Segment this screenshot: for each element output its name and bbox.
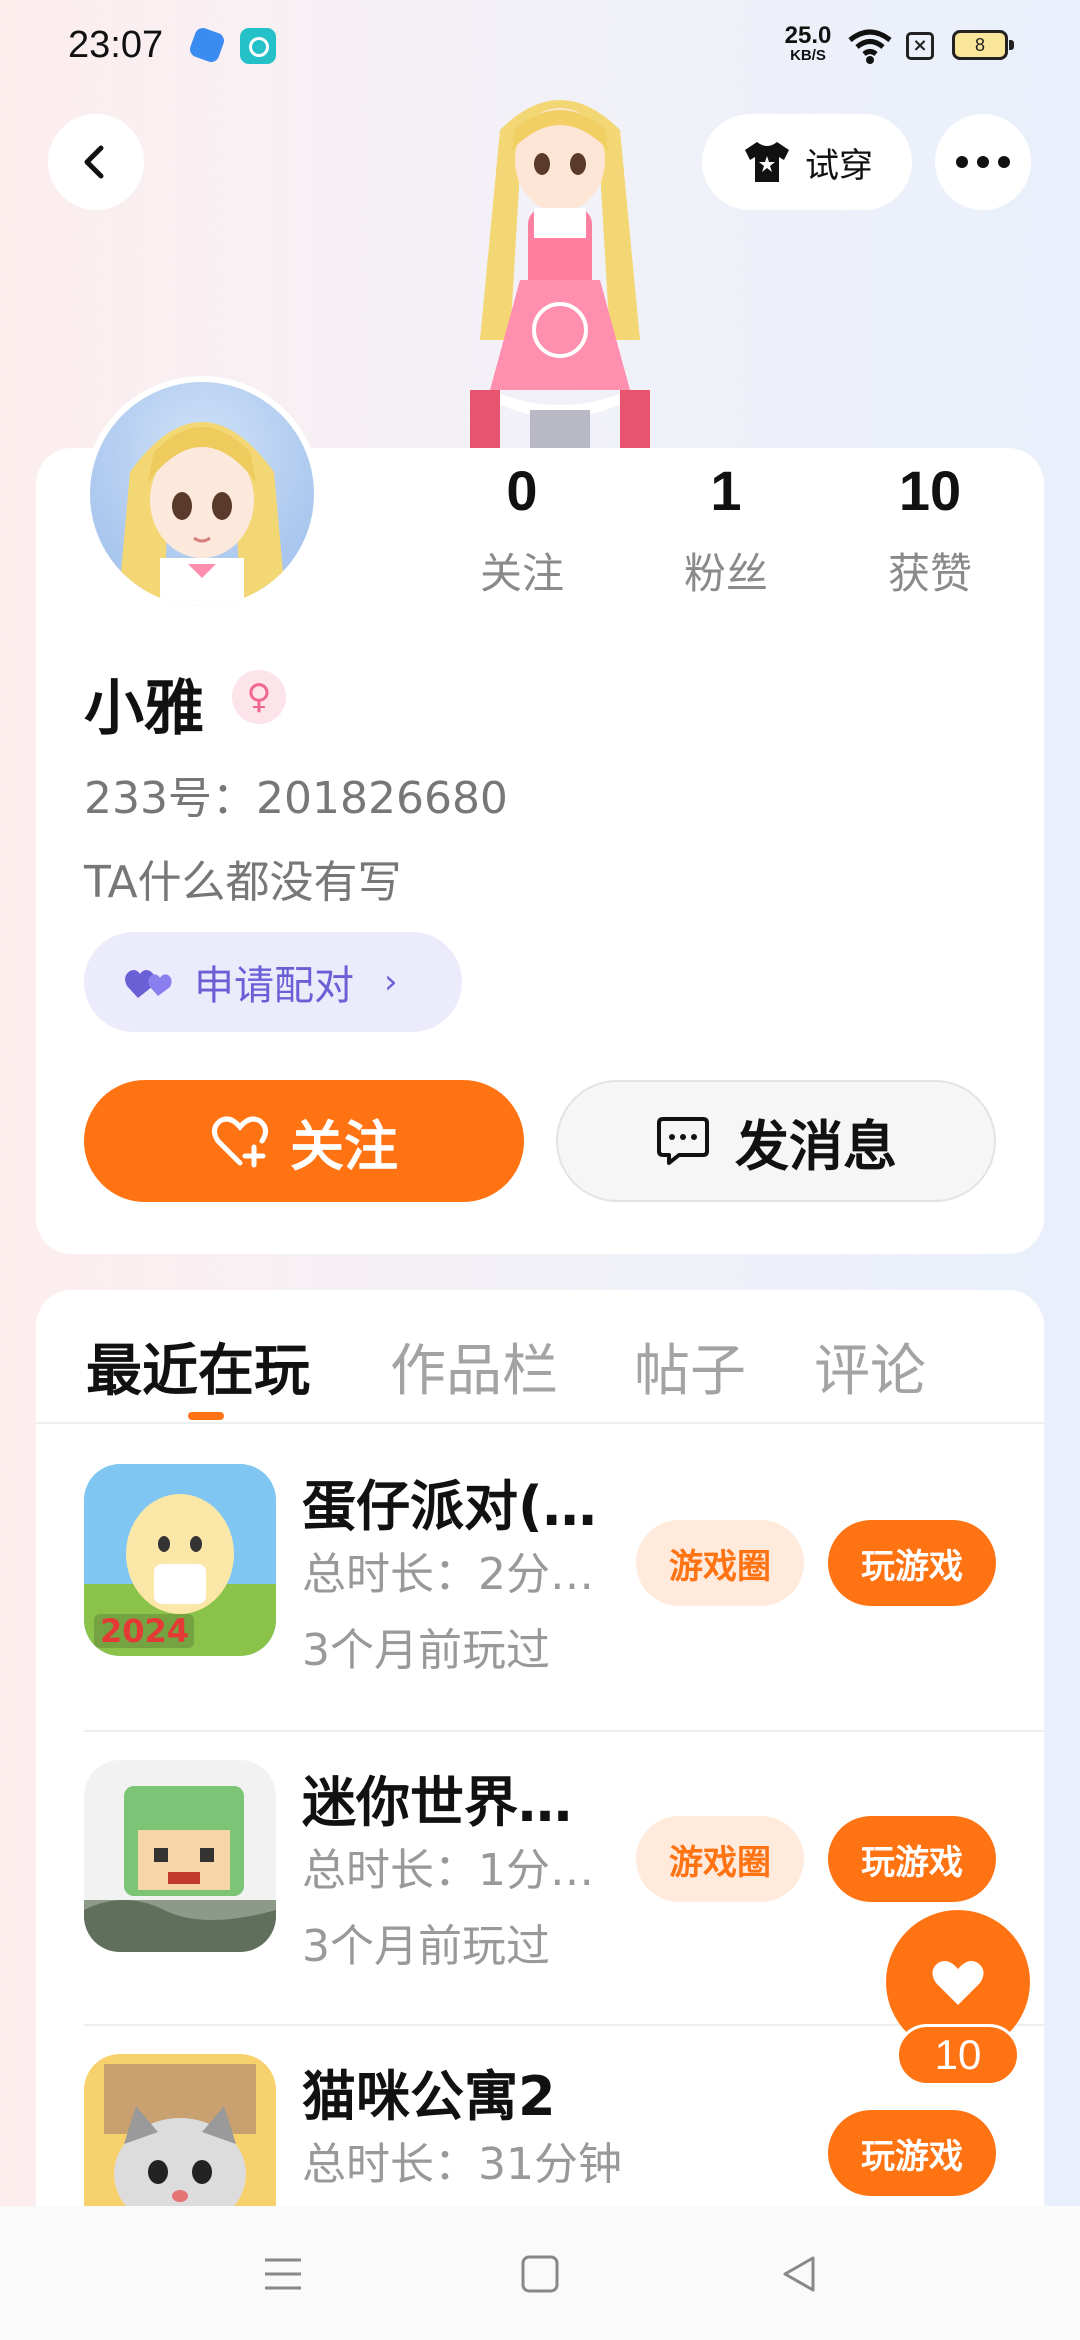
back-nav-icon[interactable]	[774, 2252, 824, 2296]
chevron-right-icon: ›	[384, 962, 398, 1002]
request-pair-button[interactable]: 申请配对 ›	[84, 932, 462, 1032]
app-notification-icon	[187, 25, 227, 65]
sim-off-icon: ×	[906, 32, 934, 60]
game-title: 猫咪公寓2	[302, 2065, 556, 2128]
game-circle-button[interactable]: 游戏圈	[636, 1520, 804, 1606]
shirt-icon	[745, 142, 789, 182]
tab-works[interactable]: 作品栏	[390, 1326, 558, 1407]
battery-icon: 8	[952, 30, 1014, 60]
activity-card: 最近在玩 作品栏 帖子 评论 2024 蛋仔派对(… 总时长：2分… 3个月前玩…	[36, 1290, 1044, 2340]
game-duration: 总时长：31分钟	[302, 2139, 622, 2190]
female-icon: ♀	[232, 670, 286, 724]
try-on-label: 试穿	[805, 145, 873, 186]
game-title: 迷你世界…	[302, 1771, 572, 1834]
game-last-played: 3个月前玩过	[302, 1921, 550, 1972]
follow-button[interactable]: 关注	[84, 1080, 524, 1202]
game-icon-mini-world	[84, 1760, 276, 1952]
wifi-icon	[846, 26, 894, 70]
game-circle-button[interactable]: 游戏圈	[636, 1816, 804, 1902]
game-title: 蛋仔派对(…	[302, 1475, 597, 1538]
game-icon-eggy-party: 2024	[84, 1464, 276, 1656]
tab-posts[interactable]: 帖子	[634, 1326, 746, 1407]
network-speed: 25.0 KB/S	[784, 22, 832, 64]
avatar[interactable]	[84, 376, 320, 612]
profile-bio: TA什么都没有写	[84, 857, 402, 908]
menu-icon[interactable]	[258, 2252, 308, 2296]
system-navigation-bar	[0, 2206, 1080, 2340]
heart-plus-icon	[212, 1116, 268, 1168]
heart-icon	[932, 1961, 984, 2005]
double-heart-icon	[125, 970, 172, 998]
chevron-left-icon	[84, 145, 104, 179]
chat-bubble-icon	[657, 1117, 709, 1165]
status-bar: 23:07 25.0 KB/S × 8	[0, 0, 1080, 100]
like-count-badge: 10	[896, 2024, 1020, 2086]
game-last-played: 3个月前玩过	[302, 1625, 550, 1676]
home-icon[interactable]	[515, 2252, 565, 2296]
active-tab-indicator	[188, 1412, 224, 1420]
send-message-label: 发消息	[735, 1114, 897, 1178]
play-game-button[interactable]: 玩游戏	[828, 1520, 996, 1606]
send-message-button[interactable]: 发消息	[556, 1080, 996, 1202]
back-button[interactable]	[48, 114, 144, 210]
status-time: 23:07	[68, 24, 164, 66]
game-duration: 总时长：2分…	[302, 1549, 594, 1600]
tab-comments[interactable]: 评论	[814, 1326, 926, 1407]
chat-notification-icon	[240, 28, 276, 64]
game-duration: 总时长：1分…	[302, 1845, 594, 1896]
tab-recently-played[interactable]: 最近在玩	[86, 1326, 310, 1407]
user-id: 233号：201826680	[84, 773, 508, 824]
avatar-character-illustration	[430, 90, 690, 450]
try-on-button[interactable]: 试穿	[702, 114, 912, 210]
svg-text:2024: 2024	[100, 1612, 189, 1650]
request-pair-label: 申请配对	[194, 963, 354, 1009]
stat-likes[interactable]: 10 获赞	[840, 458, 1020, 601]
profile-name: 小雅	[84, 674, 204, 744]
list-item[interactable]: 2024 蛋仔派对(… 总时长：2分… 3个月前玩过 游戏圈 玩游戏	[84, 1424, 1044, 1718]
stat-following[interactable]: 0 关注	[432, 458, 612, 601]
more-dots-icon	[956, 156, 1010, 168]
follow-label: 关注	[290, 1114, 398, 1178]
stat-followers[interactable]: 1 粉丝	[636, 458, 816, 601]
tab-bar: 最近在玩 作品栏 帖子 评论	[36, 1290, 1044, 1424]
more-options-button[interactable]	[935, 114, 1031, 210]
play-game-button[interactable]: 玩游戏	[828, 2110, 996, 2196]
play-game-button[interactable]: 玩游戏	[828, 1816, 996, 1902]
